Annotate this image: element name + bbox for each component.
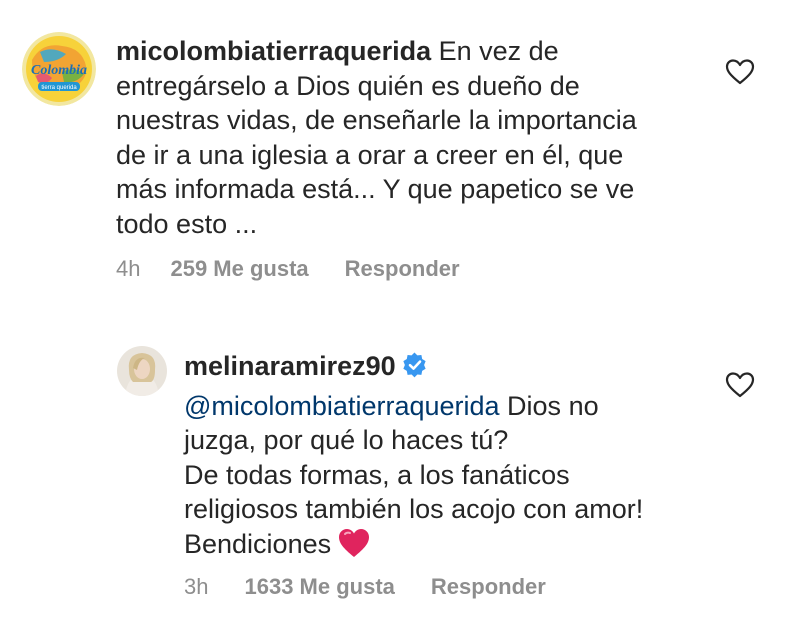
profile-photo-icon (117, 346, 167, 396)
comment-1-reply-button[interactable]: Responder (345, 256, 460, 282)
avatar-micolombiatierraquerida[interactable]: Colombia tierra querida (22, 32, 96, 106)
verified-badge-icon (402, 352, 428, 387)
comment-2-time[interactable]: 3h (184, 574, 208, 600)
comment-2-reply-button[interactable]: Responder (431, 574, 546, 600)
comment-1-time[interactable]: 4h (116, 256, 140, 282)
colombia-logo-icon: Colombia tierra querida (22, 32, 96, 106)
avatar-logo-subtext: tierra querida (41, 85, 77, 91)
heart-outline-icon[interactable] (725, 58, 755, 86)
comment-1-likes[interactable]: 259 Me gusta (170, 256, 308, 282)
avatar-logo-text: Colombia (31, 63, 87, 78)
comment-1-body: micolombiatierraquerida En vez de entreg… (116, 34, 672, 241)
comment-2-text-continued: De todas formas, a los fanáticos religio… (184, 459, 644, 559)
avatar-melinaramirez90[interactable] (117, 346, 167, 396)
heart-outline-icon[interactable] (725, 371, 755, 399)
comment-1-text: En vez de entregárselo a Dios quién es d… (116, 36, 637, 239)
comment-2-mention[interactable]: @micolombiatierraquerida (184, 391, 500, 421)
comment-2-username[interactable]: melinaramirez90 (184, 351, 396, 381)
comment-1-username[interactable]: micolombiatierraquerida (116, 36, 431, 66)
red-heart-emoji-icon (337, 527, 371, 568)
comment-2-likes[interactable]: 1633 Me gusta (244, 574, 394, 600)
comment-1-meta: 4h 259 Me gusta Responder (116, 256, 460, 282)
comment-2-body: melinaramirez90 @micolombiatierraquerida… (184, 349, 684, 567)
comment-2-meta: 3h 1633 Me gusta Responder (184, 574, 546, 600)
